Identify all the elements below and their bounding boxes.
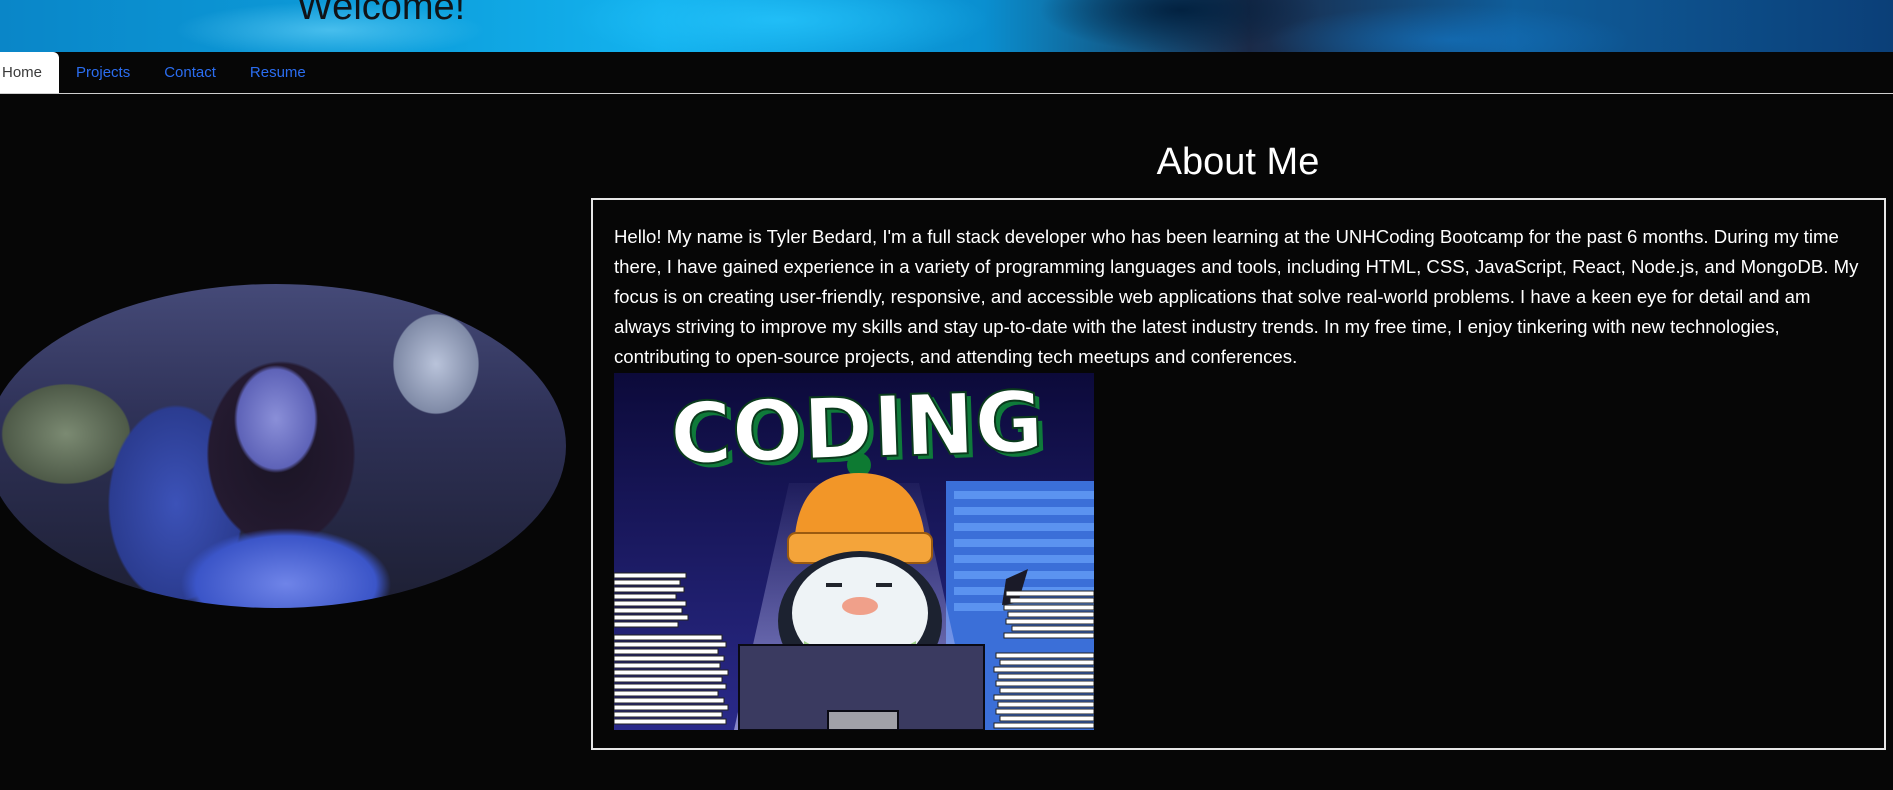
- nav-contact[interactable]: Contact: [147, 52, 233, 93]
- header-banner: Welcome!: [0, 0, 1893, 52]
- coding-illustration: CODING CODING: [614, 373, 1094, 730]
- nav-projects[interactable]: Projects: [59, 52, 147, 93]
- nav-home[interactable]: Home: [0, 52, 60, 93]
- nav-resume[interactable]: Resume: [233, 52, 323, 93]
- profile-photo: [0, 284, 566, 608]
- main-nav: Home Projects Contact Resume: [0, 52, 1893, 94]
- about-heading: About Me: [1156, 141, 1320, 183]
- about-box: Hello! My name is Tyler Bedard, I'm a fu…: [591, 198, 1886, 750]
- about-paragraph: Hello! My name is Tyler Bedard, I'm a fu…: [614, 226, 1859, 367]
- page-title: Welcome!: [297, 0, 466, 28]
